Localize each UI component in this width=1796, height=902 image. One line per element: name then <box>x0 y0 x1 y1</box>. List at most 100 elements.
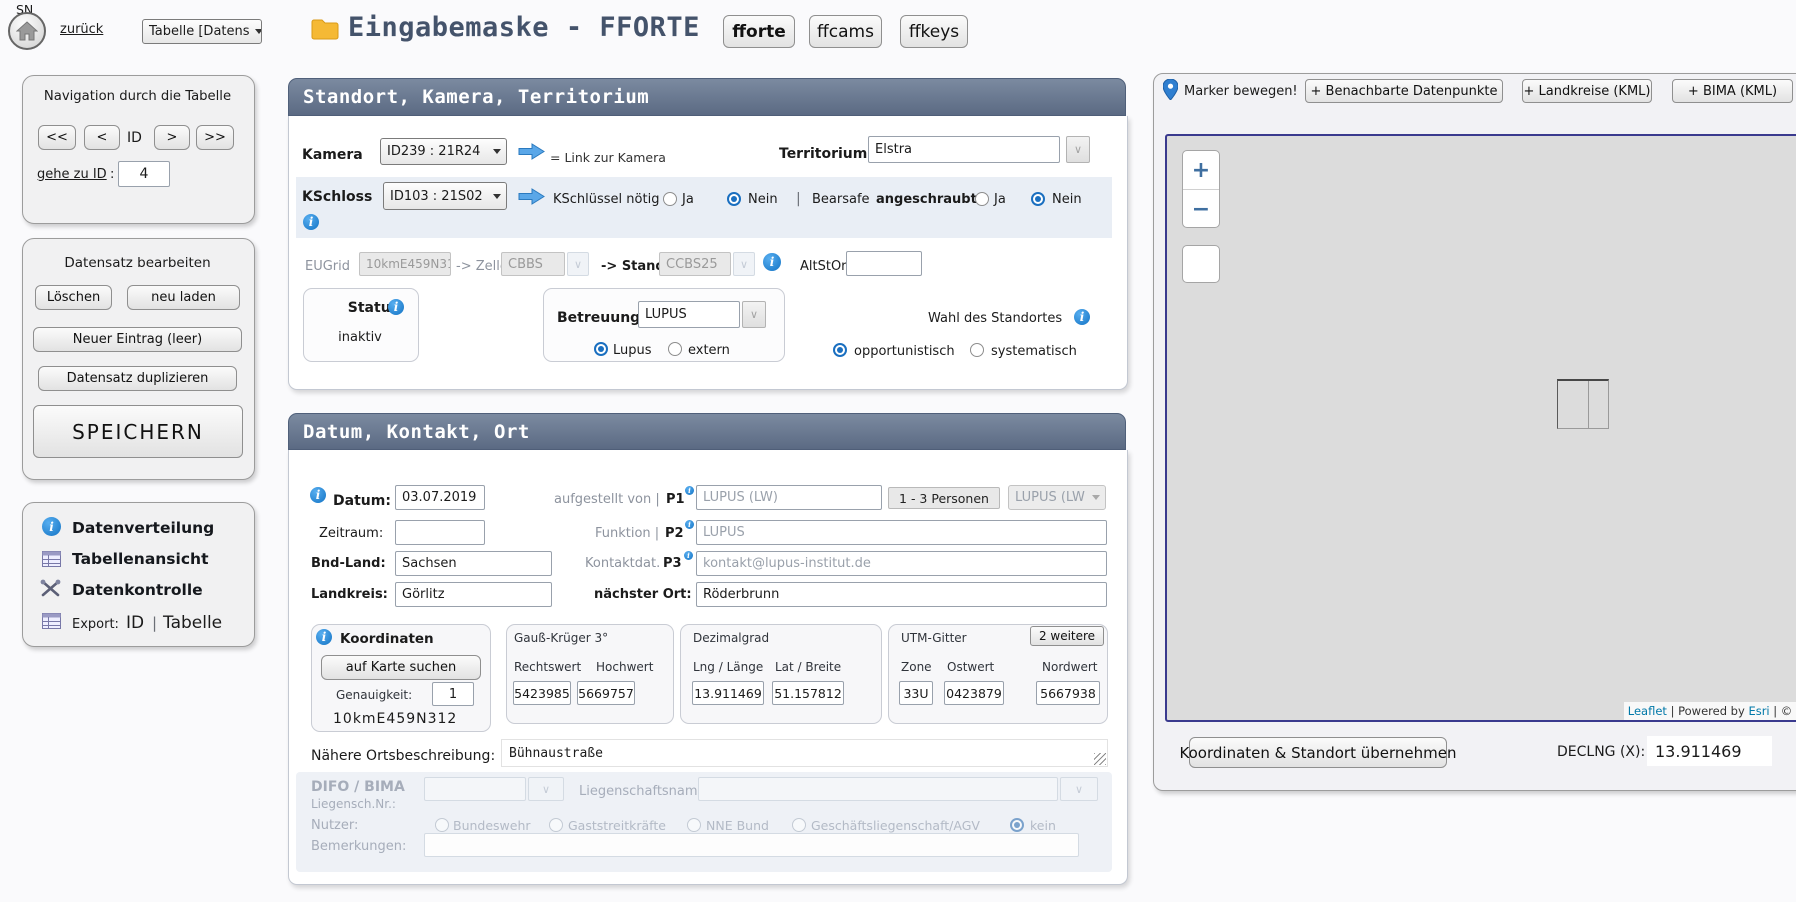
nav-last-button[interactable]: >> <box>196 125 234 150</box>
goto-id-input[interactable]: 4 <box>118 161 170 187</box>
wahl-systematisch-radio[interactable] <box>970 343 984 357</box>
karte-suchen-button[interactable]: auf Karte suchen <box>321 655 481 680</box>
wahl-systematisch-label: systematisch <box>991 344 1077 359</box>
zoom-in-button[interactable]: + <box>1183 151 1219 190</box>
fforte-button[interactable]: fforte <box>723 15 795 48</box>
p3-info-icon[interactable] <box>684 551 693 560</box>
p2-input[interactable]: LUPUS <box>696 520 1107 545</box>
delete-button[interactable]: Löschen <box>35 285 112 310</box>
betreuung-label: Betreuung <box>557 310 640 326</box>
back-link[interactable]: zurück <box>60 22 103 37</box>
betreuung-lupus-radio[interactable] <box>594 342 608 356</box>
betreuung-dropdown-button[interactable] <box>742 301 766 328</box>
reload-button[interactable]: neu laden <box>127 285 240 310</box>
personen-chip: 1 - 3 Personen <box>888 487 1000 509</box>
kschloss-link-arrow-icon[interactable] <box>518 188 545 209</box>
p1-input[interactable]: LUPUS (LW) <box>696 485 882 510</box>
personen-select-value: LUPUS (LW <box>1015 490 1085 505</box>
benachbarte-datenpunkte-button[interactable]: + Benachbarte Datenpunkte <box>1305 79 1503 103</box>
map-zoom-control: + − <box>1182 150 1220 228</box>
ortsbeschreibung-label: Nähere Ortsbeschreibung: <box>311 748 495 764</box>
duplicate-button[interactable]: Datensatz duplizieren <box>38 366 237 391</box>
resize-handle[interactable] <box>1094 753 1106 765</box>
camera-link-arrow-icon[interactable] <box>518 143 545 164</box>
standort-info-icon[interactable] <box>763 253 781 271</box>
difo-title: DIFO / BIMA <box>311 779 405 795</box>
sidebar-item-tabellenansicht[interactable]: Tabellenansicht <box>72 550 208 568</box>
p2-info-icon[interactable] <box>685 520 694 529</box>
goto-id-link[interactable]: gehe zu ID <box>37 167 107 182</box>
wahl-opportunistisch-radio[interactable] <box>833 343 847 357</box>
lng-input[interactable]: 13.911469 <box>692 681 764 705</box>
ffcams-button[interactable]: ffcams <box>809 15 882 48</box>
naechster-ort-input[interactable]: Röderbrunn <box>696 582 1107 607</box>
territorium-dropdown-button[interactable] <box>1066 136 1090 163</box>
export-tabelle-link[interactable]: Tabelle <box>163 613 222 633</box>
kschloss-select[interactable]: ID103 : 21S02 <box>383 182 507 210</box>
zone-input[interactable]: 33U <box>899 681 933 705</box>
altstort-input[interactable] <box>846 251 922 276</box>
kschloss-info-icon[interactable] <box>303 214 319 230</box>
koordinaten-info-icon[interactable] <box>316 629 332 645</box>
status-label: Status <box>303 300 399 316</box>
rechtswert-input[interactable]: 5423985 <box>513 681 571 705</box>
zelle-input: CBBS <box>501 252 565 276</box>
status-info-icon[interactable] <box>388 299 404 315</box>
kschluessel-ja-label: Ja <box>682 192 694 207</box>
betreuung-extern-radio[interactable] <box>668 342 682 356</box>
nav-prev-button[interactable]: < <box>84 125 120 150</box>
folder-icon <box>311 18 339 44</box>
territorium-input[interactable]: Elstra <box>868 136 1060 163</box>
kschluessel-ja-radio[interactable] <box>663 192 677 206</box>
kschluessel-nein-radio[interactable] <box>727 192 741 206</box>
zoom-out-button[interactable]: − <box>1183 190 1219 228</box>
nav-first-button[interactable]: << <box>38 125 76 150</box>
p1-info-icon[interactable] <box>685 486 694 495</box>
datum-input[interactable]: 03.07.2019 <box>395 485 485 510</box>
ortsbeschreibung-value: Bühnaustraße <box>509 746 603 761</box>
altstort-label: AltStOrt <box>800 259 852 274</box>
home-button[interactable] <box>8 12 46 50</box>
sidebar-item-datenverteilung[interactable]: Datenverteilung <box>72 519 214 537</box>
save-button[interactable]: SPEICHERN <box>33 405 243 458</box>
map-layers-button[interactable] <box>1182 245 1220 283</box>
eugrid-input: 10kmE459N312 <box>359 252 451 276</box>
landkreis-input[interactable]: Görlitz <box>395 582 552 607</box>
datum-info-icon[interactable] <box>310 487 326 503</box>
esri-link[interactable]: Esri <box>1748 704 1769 718</box>
bearsafe-ja-radio[interactable] <box>975 192 989 206</box>
p3-input[interactable]: kontakt@lupus-institut.de <box>696 551 1107 576</box>
ostwert-input[interactable]: 0423879 <box>944 681 1004 705</box>
weitere-button[interactable]: 2 weitere <box>1030 626 1104 646</box>
bima-kml-button[interactable]: + BIMA (KML) <box>1672 79 1793 103</box>
new-entry-button[interactable]: Neuer Eintrag (leer) <box>33 327 242 352</box>
bearsafe-nein-radio[interactable] <box>1031 192 1045 206</box>
kamera-select[interactable]: ID239 : 21R24 <box>380 138 507 165</box>
hochwert-input[interactable]: 5669757 <box>577 681 635 705</box>
goto-id-colon: : <box>110 167 114 182</box>
koordinaten-uebernehmen-button[interactable]: Koordinaten & Standort übernehmen <box>1189 737 1447 768</box>
table-icon <box>42 551 61 571</box>
nutzer-nne-bund-label: NNE Bund <box>706 818 769 833</box>
leaflet-link[interactable]: Leaflet <box>1628 704 1667 718</box>
wahl-standort-info-icon[interactable] <box>1074 309 1090 325</box>
betreuung-input[interactable]: LUPUS <box>638 301 740 328</box>
camera-link-hint: = Link zur Kamera <box>550 150 666 165</box>
landkreise-kml-button[interactable]: + Landkreise (KML) <box>1522 79 1652 103</box>
bndland-input[interactable]: Sachsen <box>395 551 552 576</box>
zeitraum-input[interactable] <box>395 520 485 545</box>
nordwert-input[interactable]: 5667938 <box>1036 681 1100 705</box>
export-separator: | <box>152 614 157 632</box>
map-canvas[interactable]: + − Leaflet | Powered by Esri | © C <box>1165 134 1796 722</box>
nav-next-button[interactable]: > <box>154 125 190 150</box>
genauigkeit-input[interactable]: 1 <box>432 682 474 706</box>
table-select[interactable]: Tabelle [Datens <box>142 19 262 44</box>
liegensch-nr-label: Liegensch.Nr.: <box>311 797 396 811</box>
lat-input[interactable]: 51.157812 <box>772 681 844 705</box>
export-id-link[interactable]: ID <box>126 613 144 633</box>
nutzer-gaststreitkraefte-label: Gaststreitkräfte <box>568 818 666 833</box>
sidebar-item-datenkontrolle[interactable]: Datenkontrolle <box>72 581 203 599</box>
kamera-select-value: ID239 : 21R24 <box>387 144 480 159</box>
personen-select[interactable]: LUPUS (LW <box>1008 485 1106 510</box>
ffkeys-button[interactable]: ffkeys <box>900 15 968 48</box>
